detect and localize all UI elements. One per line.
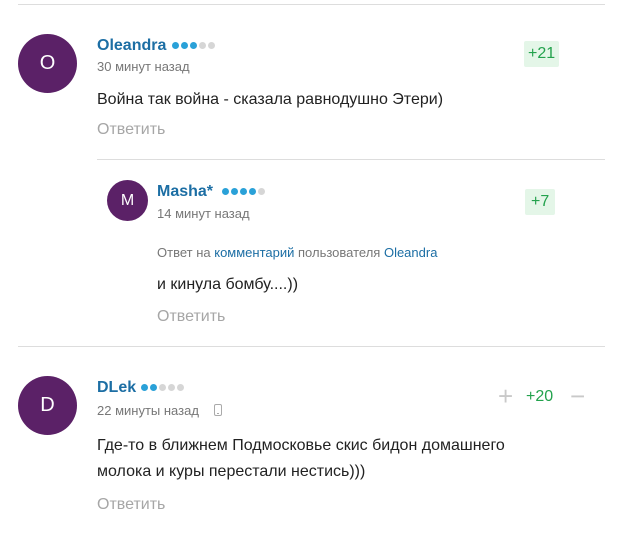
author-name[interactable]: Masha* bbox=[157, 183, 213, 201]
rating-dot bbox=[199, 42, 206, 49]
avatar[interactable]: M bbox=[107, 180, 148, 221]
reply-button[interactable]: Ответить bbox=[97, 496, 165, 514]
user-rating-dots bbox=[222, 188, 265, 195]
rating-dot bbox=[141, 384, 148, 391]
avatar-letter: M bbox=[120, 191, 135, 209]
user-rating-dots bbox=[141, 384, 184, 391]
mobile-phone-icon bbox=[214, 404, 222, 416]
rating-dot bbox=[240, 188, 247, 195]
rating-dot bbox=[249, 188, 256, 195]
author-name[interactable]: Oleandra bbox=[97, 37, 166, 55]
vote-up-button[interactable]: + bbox=[498, 381, 513, 411]
rating-dot bbox=[222, 188, 229, 195]
user-rating-dots bbox=[172, 42, 215, 49]
rating-dot bbox=[177, 384, 184, 391]
reply-divider bbox=[97, 159, 605, 160]
rating-dot bbox=[150, 384, 157, 391]
comment-text: и кинула бомбу....)) bbox=[157, 276, 299, 293]
rating-dot bbox=[159, 384, 166, 391]
rating-dot bbox=[172, 42, 179, 49]
rating-dot bbox=[231, 188, 238, 195]
reply-to-prefix: Ответ на bbox=[157, 245, 211, 260]
author-name[interactable]: DLek bbox=[97, 379, 136, 397]
comment-time: 22 минуты назад bbox=[97, 403, 199, 418]
comment-score: +21 bbox=[524, 41, 560, 67]
rating-dot bbox=[258, 188, 265, 195]
reply-to-line: Ответ на комментарий пользователя Oleand… bbox=[157, 245, 437, 260]
reply-button[interactable]: Ответить bbox=[97, 121, 165, 139]
top-divider bbox=[18, 4, 605, 5]
comment-score: +20 bbox=[526, 388, 554, 405]
reply-to-user-link[interactable]: Oleandra bbox=[384, 245, 437, 260]
comment-text: Война так война - сказала равнодушно Эте… bbox=[97, 91, 444, 108]
reply-to-comment-link[interactable]: комментарий bbox=[214, 245, 294, 260]
avatar-letter: O bbox=[39, 52, 56, 74]
avatar[interactable]: O bbox=[18, 34, 77, 93]
rating-dot bbox=[190, 42, 197, 49]
comment-text-line-2: молока и куры перестали нестись))) bbox=[97, 463, 366, 480]
rating-dot bbox=[208, 42, 215, 49]
comment-time: 14 минут назад bbox=[157, 206, 250, 221]
vote-down-button[interactable]: − bbox=[570, 381, 585, 411]
comment-score: +7 bbox=[525, 189, 556, 215]
comment-time: 30 минут назад bbox=[97, 59, 190, 74]
comment-text-line-1: Где-то в ближнем Подмосковье скис бидон … bbox=[97, 437, 505, 454]
comment-divider bbox=[18, 346, 605, 347]
avatar-letter: D bbox=[40, 394, 55, 416]
reply-button[interactable]: Ответить bbox=[157, 308, 225, 326]
rating-dot bbox=[168, 384, 175, 391]
avatar[interactable]: D bbox=[18, 376, 77, 435]
rating-dot bbox=[181, 42, 188, 49]
reply-to-middle: пользователя bbox=[298, 245, 381, 260]
